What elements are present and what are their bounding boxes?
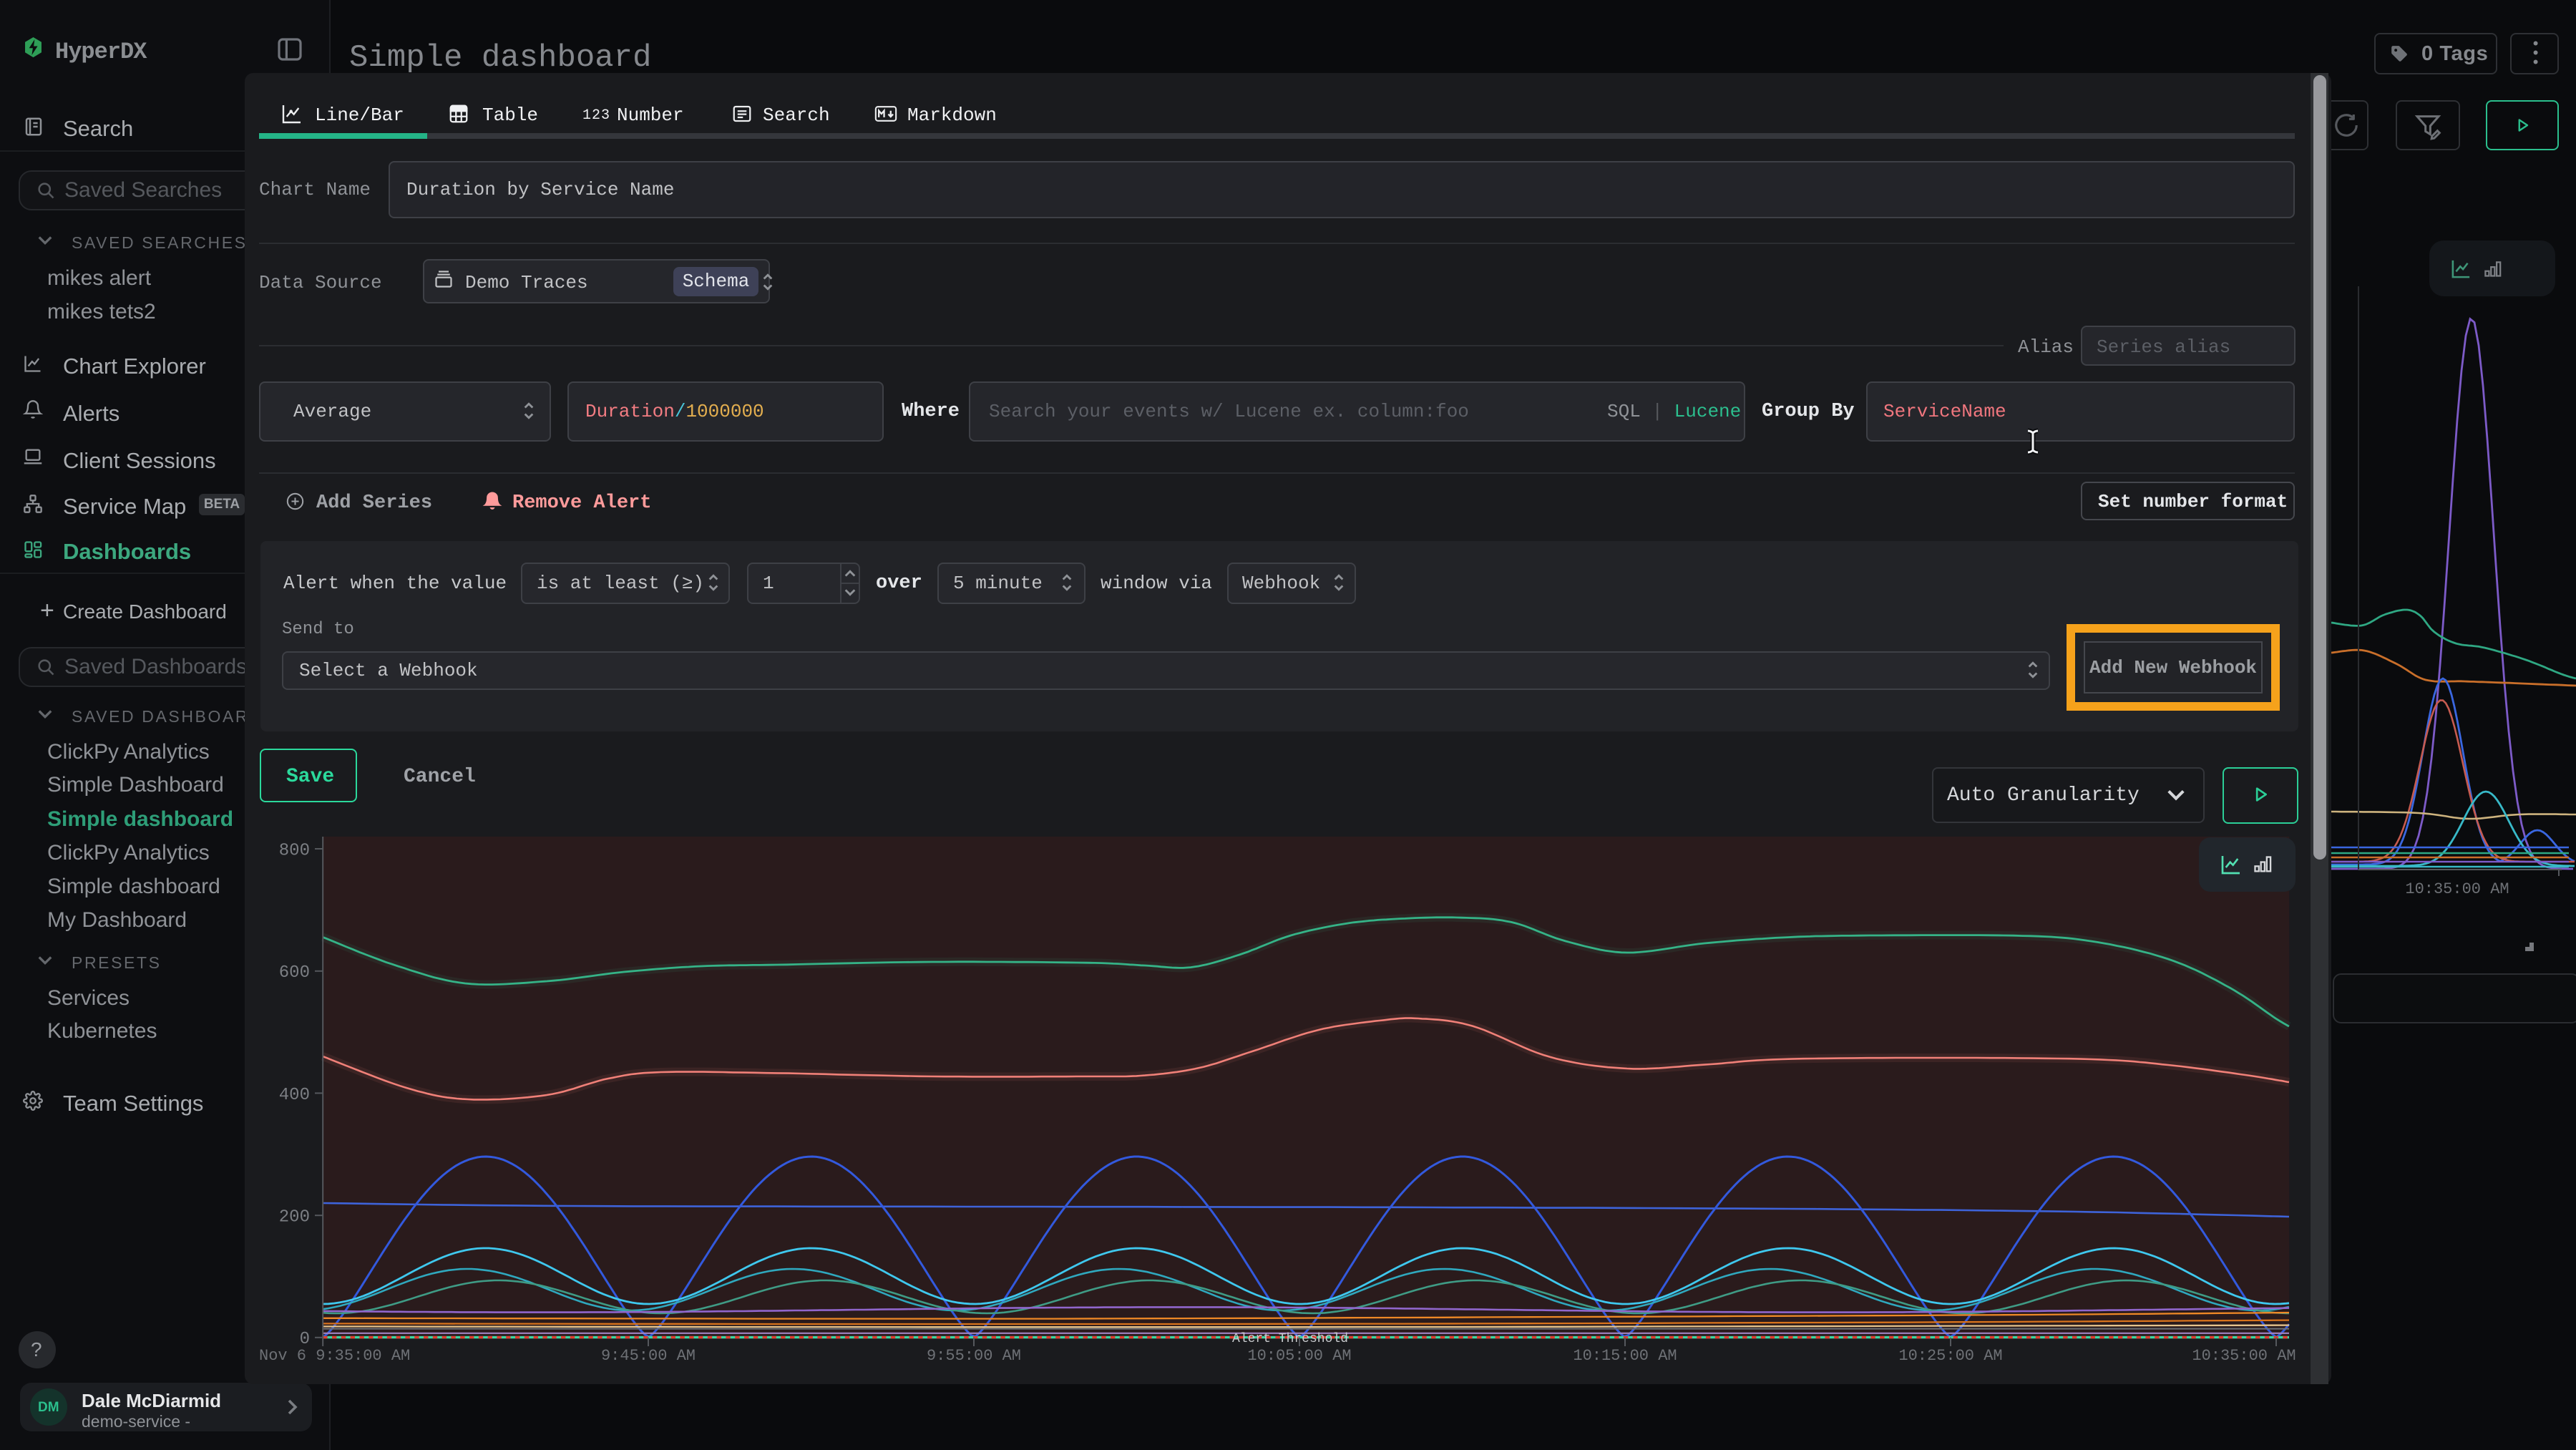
- svg-text:200: 200: [279, 1208, 310, 1227]
- svg-text:Nov 6 9:35:00 AM: Nov 6 9:35:00 AM: [259, 1347, 410, 1365]
- svg-text:10:35:00 AM: 10:35:00 AM: [2405, 880, 2509, 898]
- svg-text:800: 800: [279, 841, 310, 860]
- svg-text:Alert Threshold: Alert Threshold: [1232, 1332, 1348, 1346]
- svg-text:9:55:00 AM: 9:55:00 AM: [927, 1347, 1021, 1365]
- svg-text:600: 600: [279, 963, 310, 983]
- svg-text:10:05:00 AM: 10:05:00 AM: [1247, 1347, 1351, 1365]
- svg-text:400: 400: [279, 1086, 310, 1105]
- svg-text:10:15:00 AM: 10:15:00 AM: [1573, 1347, 1677, 1365]
- svg-text:10:35:00 AM: 10:35:00 AM: [2192, 1347, 2296, 1365]
- svg-text:9:45:00 AM: 9:45:00 AM: [601, 1347, 696, 1365]
- svg-text:10:25:00 AM: 10:25:00 AM: [1898, 1347, 2002, 1365]
